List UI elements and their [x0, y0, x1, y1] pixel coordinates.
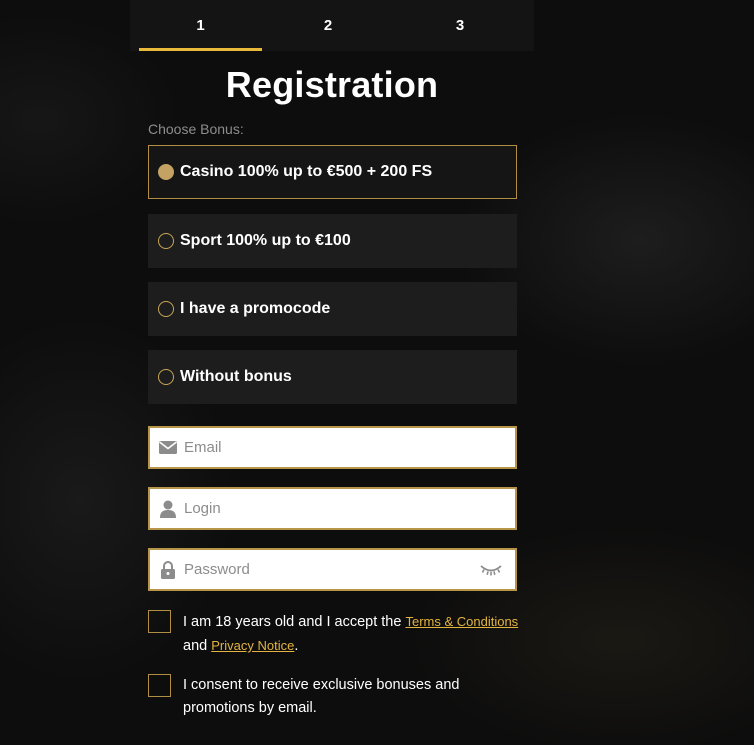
password-field-wrapper — [148, 548, 517, 591]
terms-consent-text: I am 18 years old and I accept the Terms… — [183, 614, 519, 654]
bonus-option-sport[interactable]: Sport 100% up to €100 — [148, 214, 517, 268]
bonus-option-none[interactable]: Without bonus — [148, 350, 517, 404]
bonus-option-label: Casino 100% up to €500 + 200 FS — [180, 163, 433, 180]
terms-consent-row: I am 18 years old and I accept the Terms… — [148, 610, 528, 658]
marketing-consent-row: I consent to receive exclusive bonuses a… — [148, 674, 528, 720]
page-title: Registration — [225, 64, 439, 105]
lock-icon — [159, 560, 177, 579]
email-input[interactable] — [184, 428, 515, 467]
marketing-consent-text: I consent to receive exclusive bonuses a… — [183, 677, 460, 716]
radio-icon[interactable] — [158, 301, 174, 317]
bonus-option-casino[interactable]: Casino 100% up to €500 + 200 FS — [148, 145, 517, 199]
bonus-option-promocode[interactable]: I have a promocode — [148, 282, 517, 336]
bonus-option-label: Without bonus — [180, 368, 292, 385]
choose-bonus-label: Choose Bonus: — [148, 121, 244, 137]
terms-link[interactable]: Terms & Conditions — [405, 614, 518, 629]
bonus-option-label: I have a promocode — [180, 300, 331, 317]
eye-closed-icon[interactable] — [480, 562, 502, 578]
radio-icon[interactable] — [158, 369, 174, 385]
radio-icon[interactable] — [158, 233, 174, 249]
password-input[interactable] — [184, 550, 480, 589]
registration-panel: 1 2 3 Registration Choose Bonus: Casino … — [130, 0, 534, 745]
user-icon — [159, 500, 177, 518]
step-tabs: 1 2 3 — [130, 0, 534, 51]
tab-step-2[interactable]: 2 — [262, 0, 394, 51]
tab-step-3[interactable]: 3 — [394, 0, 526, 51]
radio-icon[interactable] — [158, 164, 174, 180]
terms-checkbox[interactable] — [148, 610, 171, 633]
envelope-icon — [159, 439, 177, 457]
privacy-link[interactable]: Privacy Notice — [211, 638, 294, 653]
email-field-wrapper — [148, 426, 517, 469]
login-input[interactable] — [184, 489, 515, 528]
marketing-checkbox[interactable] — [148, 674, 171, 697]
bonus-option-label: Sport 100% up to €100 — [180, 232, 351, 249]
login-field-wrapper — [148, 487, 517, 530]
tab-step-1[interactable]: 1 — [139, 0, 262, 51]
